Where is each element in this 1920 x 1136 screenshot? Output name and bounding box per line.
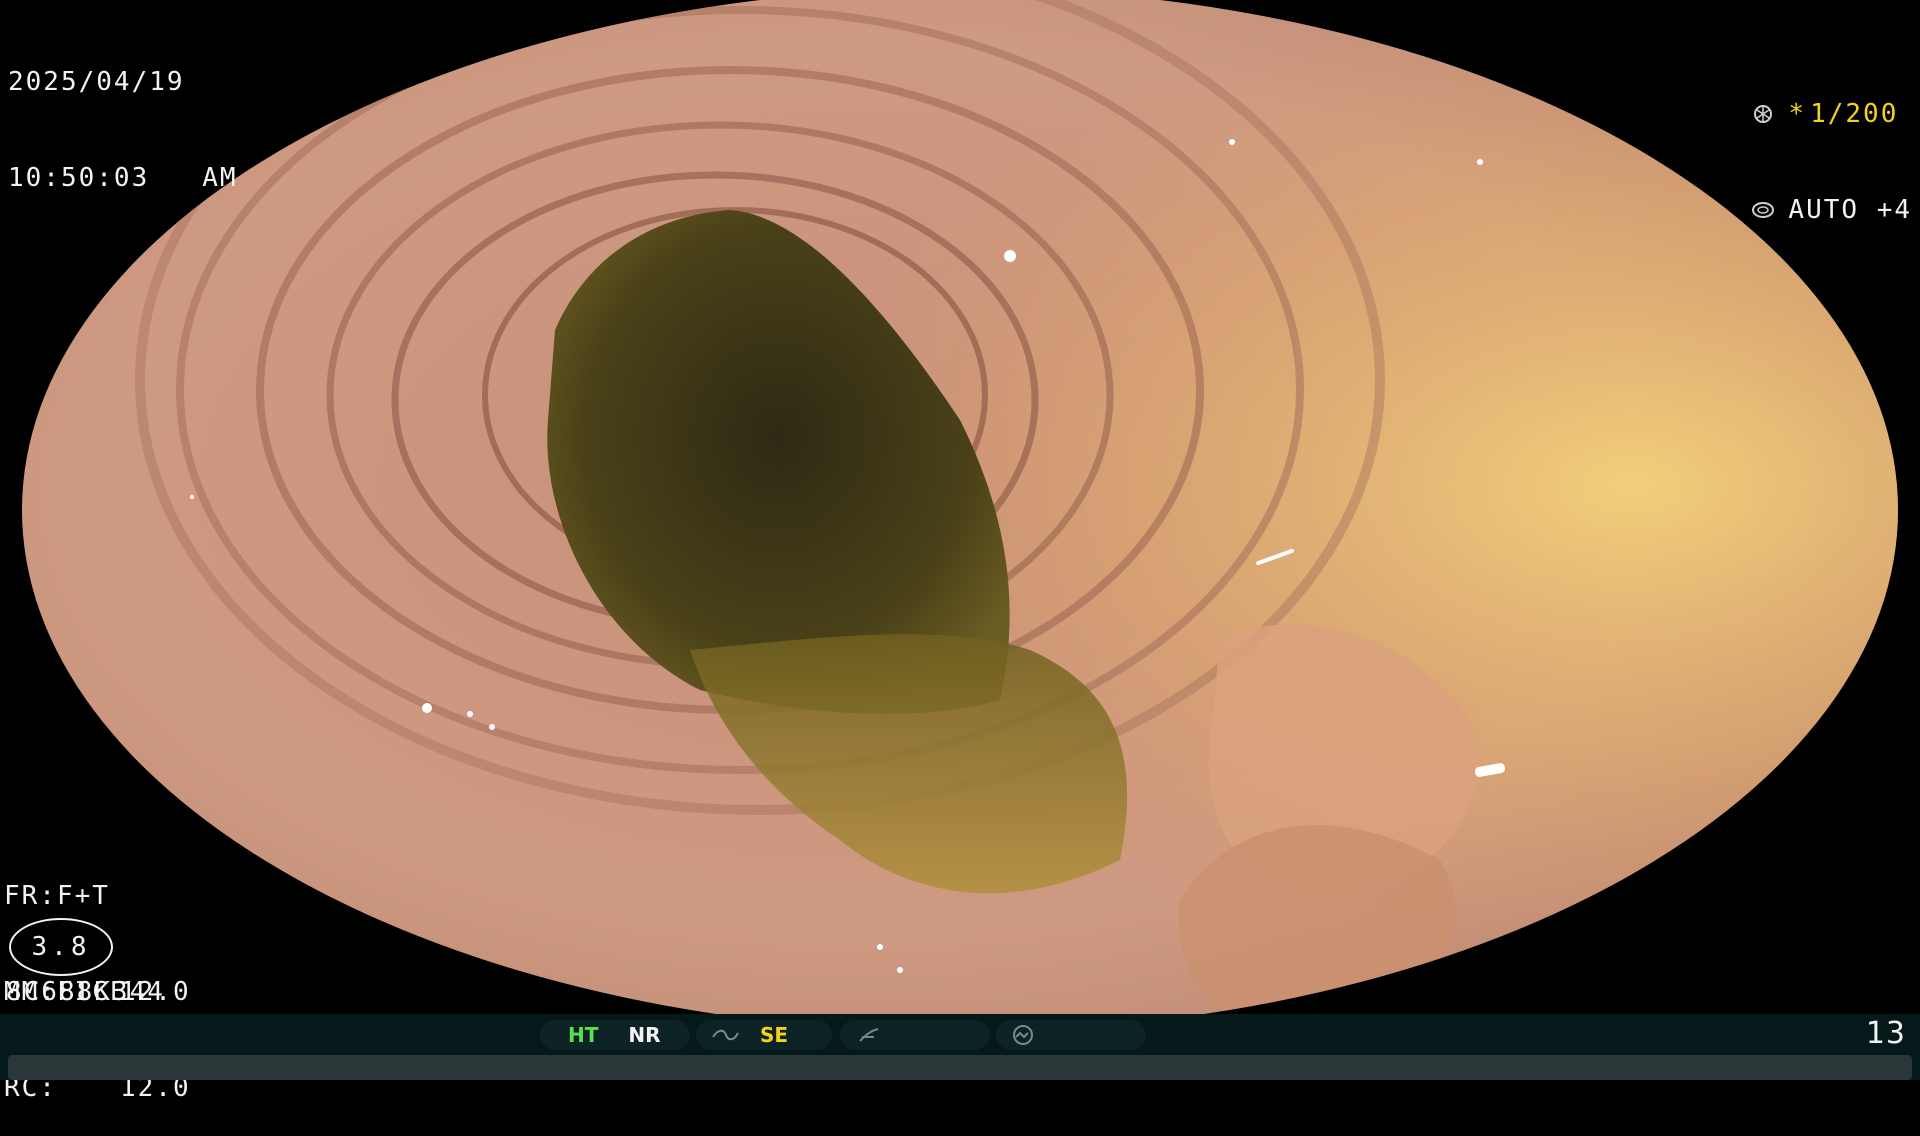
serial-number: 8C688K344	[6, 977, 165, 1007]
se-indicator[interactable]: SE	[696, 1020, 832, 1050]
exposure-readout: * 1/200 AUTO +4	[1750, 34, 1912, 258]
datetime-readout: 2025/04/19 10:50:03 AM	[8, 2, 238, 226]
tilde-icon	[712, 1029, 739, 1041]
iris-value-badge: 3.8	[9, 918, 113, 976]
aperture-icon	[1754, 105, 1773, 123]
status-strip	[8, 1055, 1912, 1080]
endoscopic-image	[22, 0, 1898, 1032]
auto-mode-text: AUTO +4	[1788, 195, 1912, 225]
time-text: 10:50:03	[8, 163, 150, 193]
function-indicator-3[interactable]	[840, 1020, 990, 1050]
ht-nr-indicator[interactable]: HT NR	[540, 1020, 690, 1050]
ht-label: HT	[568, 1023, 599, 1047]
meridiem-text: AM	[202, 163, 238, 193]
se-label: SE	[760, 1023, 789, 1047]
nr-label: NR	[628, 1023, 661, 1047]
gear-ring-icon	[1752, 202, 1775, 218]
function-indicator-4[interactable]	[996, 1020, 1146, 1050]
exposure-star: *	[1788, 99, 1807, 129]
date-text: 2025/04/19	[8, 67, 185, 97]
scope-icon	[1013, 1025, 1033, 1045]
slash-icon	[859, 1028, 879, 1042]
frame-number: 13	[1865, 1016, 1906, 1051]
shutter-speed-text: 1/200	[1810, 99, 1899, 129]
fr-setting: FR:F+T	[4, 881, 110, 911]
